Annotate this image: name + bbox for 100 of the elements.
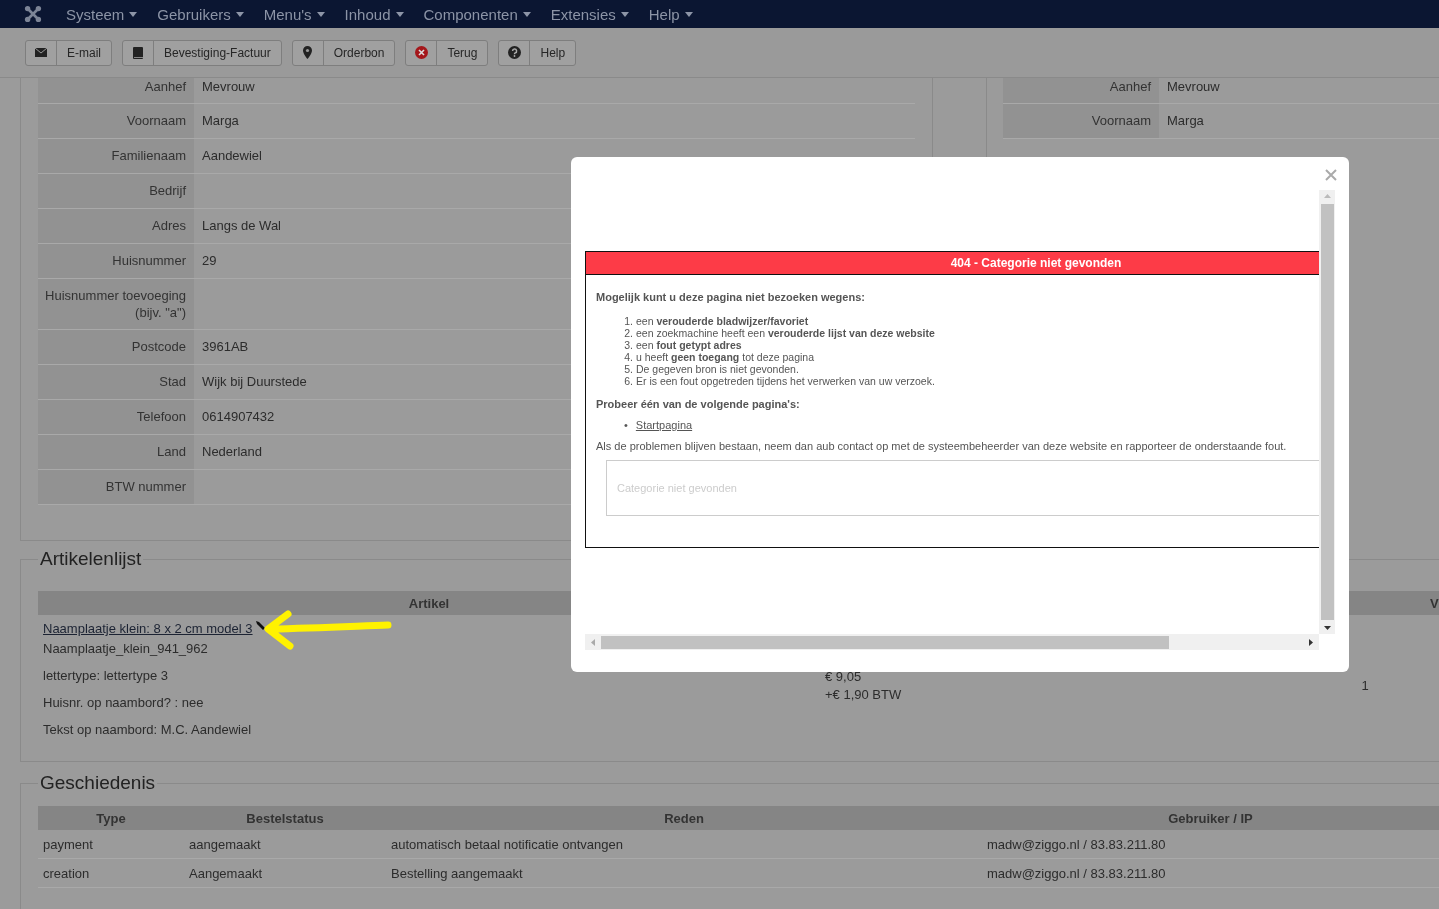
table-cell-text: Bestelling aangemaakt — [390, 865, 524, 881]
field-label: Adres — [38, 209, 194, 243]
menu-item[interactable]: Extensies — [540, 0, 639, 28]
horizontal-scrollbar[interactable] — [585, 634, 1319, 650]
caret-icon — [522, 11, 531, 17]
product-detail: Tekst op naambord: M.C. Aandewiel — [43, 722, 252, 737]
product-link[interactable]: Naamplaatje klein: 8 x 2 cm model 3 — [43, 621, 253, 636]
menu-item[interactable]: Systeem — [56, 0, 148, 28]
product-detail: Naamplaatje_klein_941_962 — [43, 641, 208, 656]
table-cell-text: payment — [42, 836, 94, 852]
list-number: 3. — [624, 339, 633, 351]
field-value: Nederland — [202, 444, 262, 459]
caret-icon — [620, 11, 629, 17]
field-label: Land — [38, 435, 194, 469]
field-value: Mevrouw — [202, 79, 255, 94]
arrow-left-icon[interactable] — [591, 638, 595, 646]
arrow-down-icon[interactable] — [1323, 626, 1331, 630]
table-cell-text: automatisch betaal notificatie ontvangen — [390, 836, 624, 852]
caret-icon — [129, 11, 138, 17]
menu-item[interactable]: Help — [638, 0, 703, 28]
list-number: 4. — [624, 351, 633, 363]
column-header: Reden — [663, 810, 705, 826]
vertical-scrollbar[interactable] — [1319, 190, 1335, 634]
field-value: 0614907432 — [202, 409, 275, 424]
reason-item: u heeft geen toegang tot deze pagina — [636, 351, 815, 363]
arrow-up-icon[interactable] — [1323, 194, 1331, 198]
help-icon — [507, 46, 521, 59]
field-value: Langs de Wal — [202, 218, 281, 233]
list-number: 1. — [624, 315, 633, 327]
column-header: Gebruiker / IP — [1167, 810, 1254, 826]
field-value: 3961AB — [202, 339, 249, 354]
toolbar-button[interactable]: Terug — [405, 39, 489, 66]
field-label: Voornaam — [38, 104, 194, 138]
field-value: Aandewiel — [202, 148, 262, 163]
envelope-icon — [35, 48, 47, 57]
field-value: Marga — [1167, 113, 1204, 128]
field-value: Wijk bij Duurstede — [202, 374, 307, 389]
field-value: 29 — [202, 253, 217, 268]
section-title: Geschiedenis — [39, 772, 157, 794]
caret-icon — [395, 11, 404, 17]
reason-item: De gegeven bron is niet gevonden. — [636, 363, 799, 375]
list-number: 6. — [624, 375, 633, 387]
section-title: Artikelenlijst — [39, 548, 143, 570]
field-label: Huisnummer — [38, 244, 194, 278]
error-title: 404 - Categorie niet gevonden — [586, 252, 1319, 275]
close-icon[interactable] — [1325, 169, 1337, 181]
field-label: Bedrijf — [38, 174, 194, 208]
product-detail: Huisnr. op naambord? : nee — [43, 695, 204, 710]
caret-icon — [684, 11, 693, 17]
help-text: Als de problemen blijven bestaan, neem dan aub contact op met de systeembeheerder van deze website en rapporteer de onderstaande fout. — [596, 440, 1288, 452]
field-value: Mevrouw — [1167, 79, 1220, 94]
field-label: Aanhef — [1003, 78, 1159, 103]
caret-icon — [235, 11, 244, 17]
column-header: Bestelstatus — [245, 810, 325, 826]
field-label: Familienaam — [38, 139, 194, 173]
page-link[interactable]: Startpagina — [635, 419, 693, 431]
field-label: Stad — [38, 365, 194, 399]
intro-text: Mogelijk kunt u deze pagina niet bezoeken wegens: — [596, 291, 866, 303]
toolbar-button[interactable]: Orderbon — [291, 39, 396, 66]
list-number: 5. — [624, 363, 633, 375]
toolbar-button[interactable]: Help — [498, 39, 577, 66]
product-detail: lettertype: lettertype 3 — [43, 668, 168, 683]
menu-item[interactable]: Componenten — [413, 0, 541, 28]
table-cell-text: madw@ziggo.nl / 83.83.211.80 — [986, 836, 1167, 852]
reason-item: een zoekmachine heeft een verouderde lijst van deze website — [636, 327, 935, 339]
pencil-icon[interactable] — [255, 621, 265, 630]
field-label: Huisnummer toevoeging (bijv. "a") — [38, 279, 194, 329]
suggestion-text: Probeer één van de volgende pagina's: — [596, 398, 801, 410]
close-icon — [414, 46, 428, 59]
column-header: Artikel — [407, 595, 451, 611]
field-label: Aanhef — [38, 78, 194, 103]
menu-item[interactable]: Menu's — [253, 0, 335, 28]
field-label: Telefoon — [38, 400, 194, 434]
reason-item: een verouderde bladwijzer/favoriet — [636, 315, 809, 327]
field-label: Postcode — [38, 330, 194, 364]
book-icon — [133, 46, 143, 59]
price-text: +€ 1,90 BTW — [825, 686, 903, 704]
quantity-text: 1 — [1361, 678, 1369, 693]
reason-item: Er is een fout opgetreden tijdens het verwerken van uw verzoek. — [636, 375, 935, 387]
toolbar-button[interactable]: Bevestiging-Factuur — [122, 39, 282, 66]
list-number: 2. — [624, 327, 633, 339]
toolbar-button[interactable]: E-mail — [25, 39, 112, 66]
table-cell-text: madw@ziggo.nl / 83.83.211.80 — [986, 865, 1167, 881]
list-bullet: • — [624, 419, 628, 431]
column-header: Type — [95, 810, 127, 826]
field-label: BTW nummer — [38, 470, 194, 504]
table-cell-text: aangemaakt — [188, 836, 262, 852]
field-value: Marga — [202, 113, 239, 128]
arrow-right-icon[interactable] — [1309, 638, 1313, 646]
reason-item: een fout getypt adres — [636, 339, 742, 351]
caret-icon — [316, 11, 325, 17]
table-cell-text: creation — [42, 865, 91, 881]
table-cell-text: Aangemaakt — [188, 865, 263, 881]
logo-icon[interactable] — [24, 5, 42, 23]
map-pin-icon — [303, 46, 313, 59]
menu-item[interactable]: Gebruikers — [147, 0, 254, 28]
field-label: Voornaam — [1003, 104, 1159, 138]
menu-item[interactable]: Inhoud — [334, 0, 414, 28]
column-header: V — [1429, 595, 1439, 611]
price-text: € 9,05 — [825, 668, 863, 686]
